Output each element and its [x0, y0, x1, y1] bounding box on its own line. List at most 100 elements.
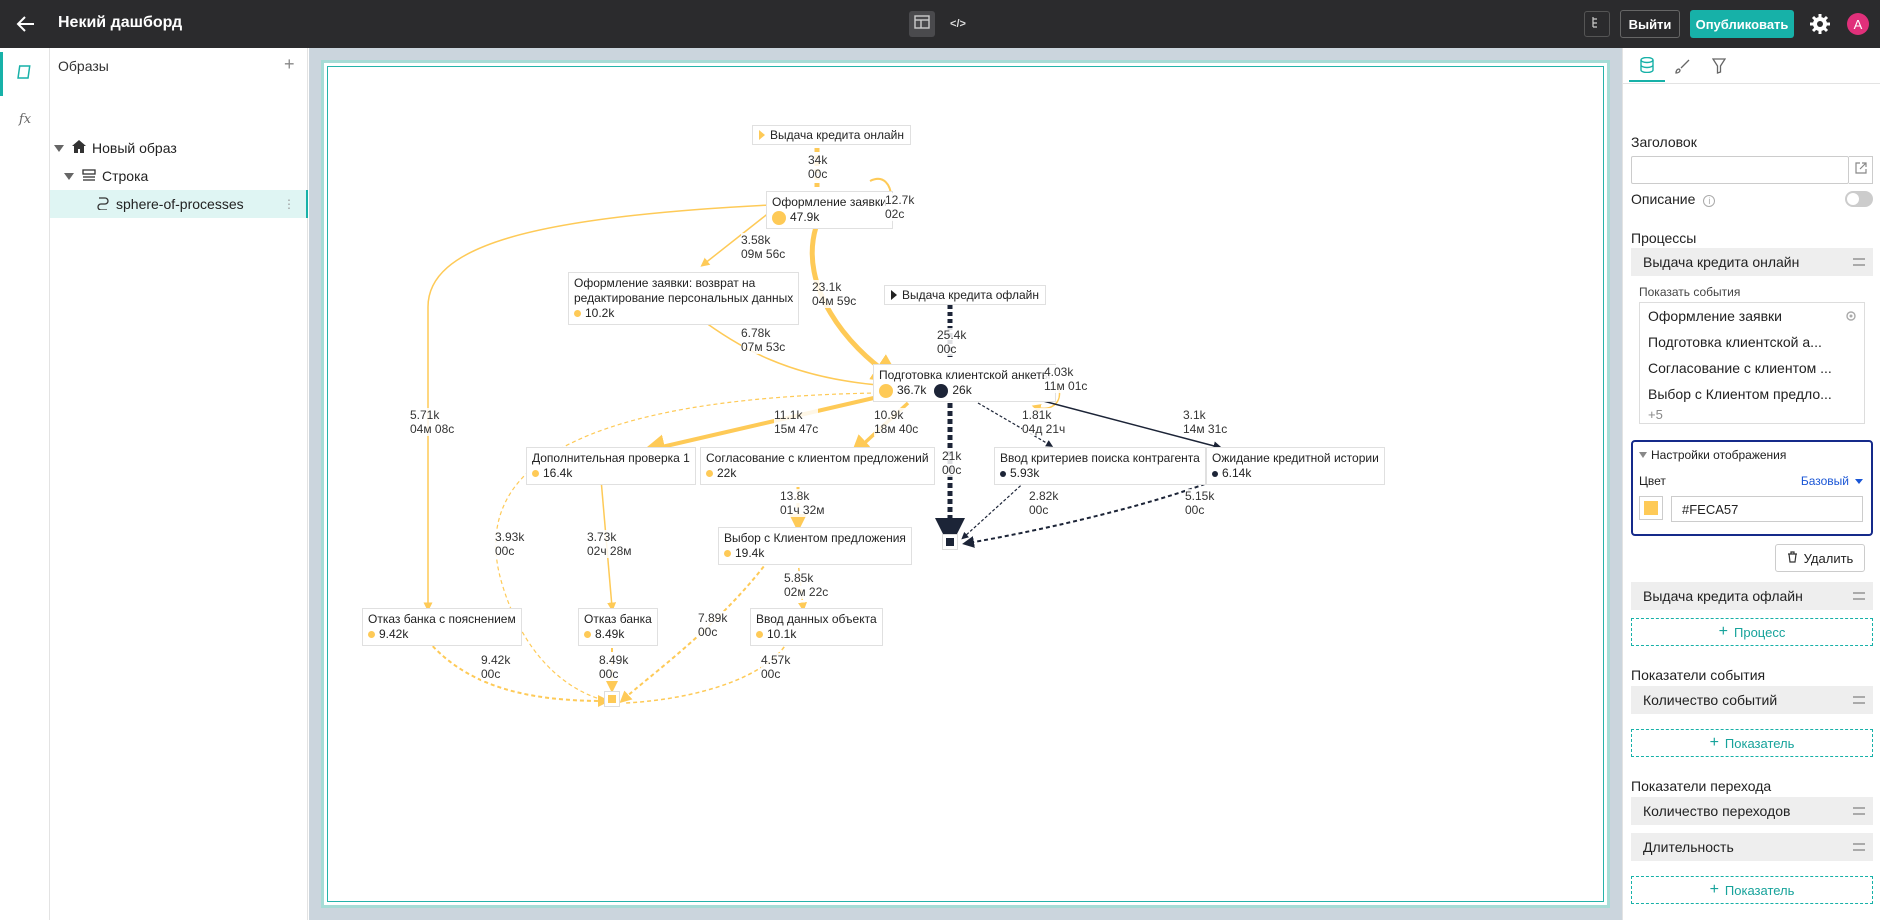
node-count: 19.4k [735, 546, 765, 560]
formula-icon[interactable]: fx [14, 108, 36, 130]
add-transition-metric-button[interactable]: + Показатель [1631, 876, 1873, 904]
events-more-count[interactable]: +5 [1648, 407, 1663, 422]
panel-tabs [1623, 48, 1880, 84]
heading-edit-button[interactable] [1849, 156, 1873, 184]
drag-handle-icon[interactable] [1853, 696, 1865, 704]
back-arrow-icon[interactable] [14, 12, 38, 36]
event-count-dot [879, 383, 893, 398]
transition-metric-item[interactable]: Длительность [1631, 833, 1873, 861]
description-toggle[interactable] [1845, 191, 1873, 207]
node-count: 5.93k [1010, 466, 1040, 480]
settings-panel: Заголовок Описание i Процессы Выдача кре… [1622, 48, 1880, 920]
more-options-icon[interactable]: ⋮ [283, 197, 295, 211]
edge-label: 3.73k 02ч 28м [587, 530, 632, 558]
edge-label: 13.8k 01ч 32м [780, 489, 825, 517]
event-item[interactable]: Выбор с Клиентом предло... [1648, 386, 1833, 402]
event-count-dot [584, 631, 591, 638]
color-swatch-button[interactable] [1639, 496, 1663, 520]
drag-handle-icon[interactable] [1853, 258, 1865, 266]
dropdown-caret-icon [1855, 478, 1863, 484]
node-label: Ожидание кредитной истории [1212, 451, 1379, 465]
edge-label: 9.42k 00с [481, 653, 511, 681]
node-choose-offer[interactable]: Выбор с Клиентом предложения 19.4k [718, 527, 912, 565]
collapse-caret-icon[interactable] [64, 172, 74, 180]
tree-item-row[interactable]: Строка [50, 162, 308, 190]
start-node-online[interactable]: Выдача кредита онлайн [752, 125, 912, 145]
tab-data[interactable] [1629, 54, 1665, 82]
database-icon [1640, 56, 1654, 78]
tab-filter[interactable] [1701, 54, 1737, 82]
brush-icon [1675, 58, 1691, 79]
transition-metric-item[interactable]: Количество переходов [1631, 797, 1873, 825]
event-item[interactable]: Подготовка клиентской а... [1648, 334, 1833, 350]
edge-label: 8.49k 00с [599, 653, 629, 681]
heading-input[interactable] [1631, 156, 1849, 184]
exit-button[interactable]: Выйти [1620, 10, 1680, 38]
top-bar: Некий дашборд </> Выйти Опубликовать A [0, 0, 1880, 48]
add-image-button[interactable]: + [284, 54, 295, 75]
tree-item-new-image[interactable]: Новый образ [50, 134, 308, 162]
left-rail: fx [0, 48, 50, 920]
process-item-online[interactable]: Выдача кредита онлайн [1631, 248, 1873, 276]
add-process-button[interactable]: + Процесс [1631, 618, 1873, 646]
node-refusal-explained[interactable]: Отказ банка с пояснением 9.42k [362, 608, 522, 646]
event-count-dot [706, 470, 713, 477]
node-additional-check[interactable]: Дополнительная проверка 1 16.4k [526, 447, 696, 485]
event-count-dot [574, 310, 581, 317]
edge-refusal-explained-end [427, 640, 610, 707]
add-event-metric-button[interactable]: + Показатель [1631, 729, 1873, 757]
node-object-data[interactable]: Ввод данных объекта 10.1k [750, 608, 883, 646]
structure-button[interactable] [1584, 11, 1610, 37]
color-hex-input[interactable]: #FECA57 [1671, 496, 1863, 522]
list-settings-gear-icon[interactable] [1844, 309, 1858, 323]
event-item[interactable]: Согласование с клиентом ... [1648, 360, 1833, 376]
tree-item-sphere-of-processes[interactable]: sphere-of-processes ⋮ [50, 190, 308, 218]
node-agree-offers[interactable]: Согласование с клиентом предложений 22k [700, 447, 935, 485]
event-item[interactable]: Оформление заявки [1648, 308, 1833, 324]
rail-active-indicator [0, 52, 3, 96]
tree-item-label: Новый образ [92, 140, 177, 156]
edge-label: 2.82k 00с [1029, 489, 1059, 517]
node-credit-history[interactable]: Ожидание кредитной истории 6.14k [1206, 447, 1385, 485]
drag-handle-icon[interactable] [1853, 592, 1865, 600]
delete-process-button[interactable]: Удалить [1775, 544, 1865, 572]
drag-handle-icon[interactable] [1853, 807, 1865, 815]
images-tree-panel: Образы + Новый образ Строка sphere-of-pr… [50, 48, 308, 920]
user-avatar[interactable]: A [1847, 13, 1869, 35]
node-search-criteria[interactable]: Ввод критериев поиска контрагента 5.93k [994, 447, 1206, 485]
filter-icon [1711, 57, 1727, 79]
edge-label: 3.93k 00с [495, 530, 525, 558]
edge-label: 34k 00с [808, 153, 828, 181]
node-label: Оформление заявки: возврат на [574, 276, 756, 290]
start-label: Выдача кредита онлайн [770, 128, 905, 142]
edge-label: 23.1k 04м 59с [812, 280, 857, 308]
home-icon [72, 140, 86, 156]
node-count: 16.4k [543, 466, 573, 480]
code-mode-button[interactable]: </> [945, 11, 971, 37]
publish-button[interactable]: Опубликовать [1690, 10, 1794, 38]
node-prepare-profile[interactable]: Подготовка клиентской анкеты 36.7k 26k [873, 364, 1057, 402]
process-graph[interactable]: Выдача кредита онлайн Выдача кредита офл… [327, 66, 1604, 902]
settings-gear-icon[interactable] [1808, 12, 1832, 36]
color-swatch [1644, 501, 1658, 515]
color-mode-select[interactable]: Базовый [1801, 474, 1863, 488]
end-node-online[interactable] [604, 691, 620, 707]
widget-frame[interactable]: Выдача кредита онлайн Выдача кредита офл… [321, 60, 1610, 908]
layout-mode-button[interactable] [909, 11, 935, 37]
start-node-offline[interactable]: Выдача кредита офлайн [884, 285, 1046, 305]
display-settings-header[interactable]: Настройки отображения [1639, 448, 1786, 462]
events-list[interactable]: Оформление заявки Подготовка клиентской … [1639, 302, 1865, 424]
start-label: Выдача кредита офлайн [902, 288, 1039, 302]
end-square-icon [608, 695, 616, 703]
node-refusal[interactable]: Отказ банка 8.49k [578, 608, 658, 646]
end-node-offline[interactable] [942, 534, 958, 550]
event-metric-item[interactable]: Количество событий [1631, 686, 1873, 714]
drag-handle-icon[interactable] [1853, 843, 1865, 851]
node-application[interactable]: Оформление заявки 47.9k [766, 191, 893, 229]
tab-style[interactable] [1665, 54, 1701, 82]
metric-label: Длительность [1643, 839, 1734, 855]
pages-icon[interactable] [14, 62, 36, 84]
collapse-caret-icon[interactable] [54, 144, 64, 152]
node-application-return[interactable]: Оформление заявки: возврат на редактиров… [568, 272, 800, 325]
process-item-offline[interactable]: Выдача кредита офлайн [1631, 582, 1873, 610]
